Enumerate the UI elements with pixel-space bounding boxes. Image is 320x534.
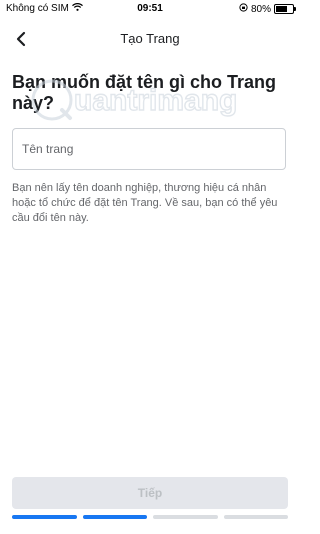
status-right: 80% <box>239 3 296 15</box>
top-nav: Tạo Trang <box>0 22 300 56</box>
page-heading: Bạn muốn đặt tên gì cho Trang này? <box>12 72 277 113</box>
battery-fill <box>276 6 288 12</box>
battery-icon <box>274 4 296 14</box>
progress-segment <box>82 515 147 519</box>
progress-segment <box>153 515 218 519</box>
progress-segment <box>223 515 288 519</box>
page-title: Tạo Trang <box>120 31 180 46</box>
orientation-lock-icon <box>239 3 248 15</box>
battery-percent: 80% <box>250 3 271 15</box>
helper-text: Bạn nên lấy tên doanh nghiệp, thương hiệ… <box>12 182 278 224</box>
progress-segment <box>12 515 77 519</box>
next-button[interactable]: Tiếp <box>12 477 288 509</box>
page-name-input[interactable] <box>13 129 285 169</box>
status-bar: Không có SIM 09:51 80% <box>0 0 300 18</box>
progress-indicator <box>12 515 288 519</box>
page-name-field[interactable] <box>12 128 286 170</box>
